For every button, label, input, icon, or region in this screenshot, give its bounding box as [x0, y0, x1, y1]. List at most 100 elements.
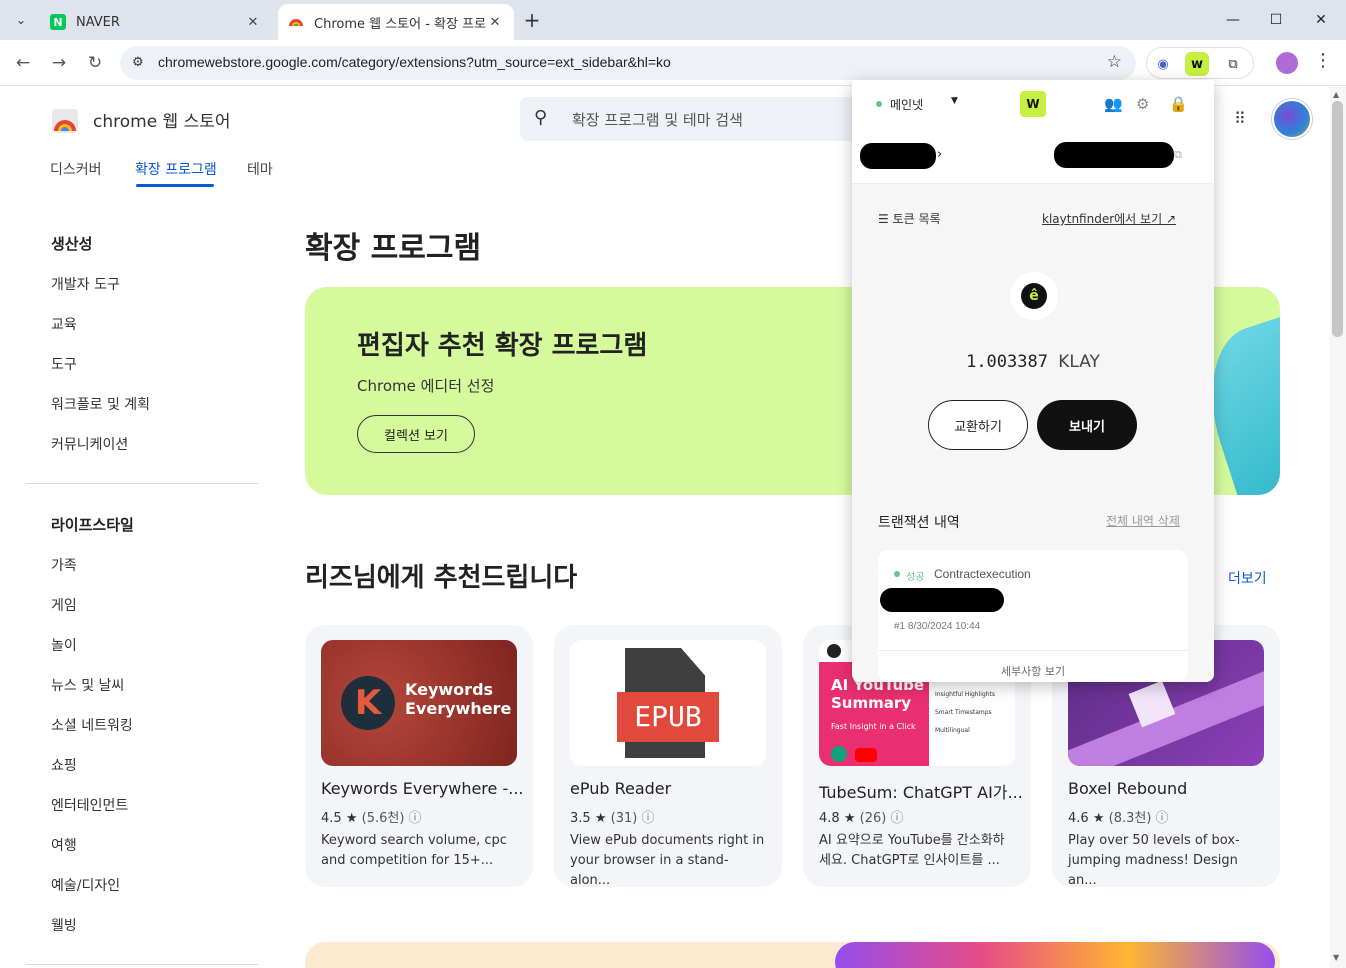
minimize-icon[interactable]: — — [1210, 8, 1256, 32]
sidebar-item[interactable]: 도구 — [51, 354, 77, 374]
extension-rating: 4.6 ★ (8.3천) ⓘ — [1068, 811, 1169, 826]
star-icon: ★ — [843, 811, 856, 826]
maximize-icon[interactable]: ☐ — [1253, 8, 1299, 32]
user-avatar[interactable] — [1272, 99, 1312, 139]
sidebar-item[interactable]: 웰빙 — [51, 915, 77, 935]
token-list-button[interactable]: ☰ 토큰 목록 — [878, 210, 941, 227]
search-icon: ⚲ — [534, 107, 548, 128]
info-icon: ⓘ — [890, 811, 904, 826]
transaction-item[interactable]: 성공 Contractexecution #1 8/30/2024 10:44 … — [878, 550, 1188, 682]
extension-card[interactable]: K Keywords Everywhere Keywords Everywher… — [305, 625, 533, 887]
sidebar-item[interactable]: 예술/디자인 — [51, 875, 120, 895]
view-collection-button[interactable]: 컬렉션 보기 — [357, 415, 475, 453]
sidebar-heading: 라이프스타일 — [51, 516, 134, 534]
extension-name: Boxel Rebound — [1068, 779, 1188, 798]
redacted-tx-amount — [880, 588, 1004, 612]
tab-chrome-webstore[interactable]: Chrome 웹 스토어 - 확장 프로 ✕ — [278, 4, 514, 40]
tab-discover[interactable]: 디스커버 — [50, 159, 102, 179]
gear-icon[interactable]: ⚙ — [1136, 95, 1149, 113]
extensions-group: ◉ w ⧉ — [1146, 47, 1254, 79]
sidebar-item[interactable]: 엔터테인먼트 — [51, 795, 128, 815]
redacted-account-name[interactable] — [860, 143, 936, 169]
new-tab-button[interactable]: + — [520, 8, 544, 32]
profile-avatar-icon[interactable] — [1276, 52, 1298, 74]
back-arrow-icon[interactable]: ← — [11, 51, 35, 75]
card-thumbnail: EPUB — [570, 640, 766, 766]
chrome-webstore-logo[interactable] — [50, 105, 80, 135]
tx-details-link[interactable]: 세부사항 보기 — [878, 650, 1188, 679]
send-button[interactable]: 보내기 — [1037, 400, 1137, 450]
site-settings-icon[interactable]: ⚙ — [132, 55, 144, 70]
active-tab-indicator — [136, 184, 214, 187]
see-more-link[interactable]: 더보기 — [1228, 568, 1267, 588]
sidebar-item[interactable]: 게임 — [51, 595, 77, 615]
wallet-extension-icon[interactable]: w — [1185, 52, 1209, 76]
sidebar-item[interactable]: 소셜 네트워킹 — [51, 715, 133, 735]
sidebar-item[interactable]: 개발자 도구 — [51, 274, 120, 294]
extension-rating: 4.8 ★ (26) ⓘ — [819, 811, 904, 826]
contacts-icon[interactable]: 👥 — [1104, 95, 1123, 113]
extension-description: AI 요약으로 YouTube를 간소화하세요. ChatGPT로 인사이트를 … — [819, 833, 1005, 868]
forward-arrow-icon[interactable]: → — [47, 51, 71, 75]
success-dot — [894, 571, 900, 577]
wallet-body: ☰ 토큰 목록 klaytnfinder에서 보기 ↗ ê 1.003387 K… — [852, 184, 1214, 682]
page-title: 확장 프로그램 — [305, 231, 482, 266]
info-icon: ⓘ — [408, 811, 422, 826]
tab-close-icon[interactable]: ✕ — [244, 15, 262, 30]
scroll-down-icon[interactable]: ▼ — [1333, 953, 1339, 962]
window-close-icon[interactable]: ✕ — [1298, 8, 1344, 32]
next-banner-preview — [305, 942, 1280, 968]
info-icon: ⓘ — [1155, 811, 1169, 826]
swap-button[interactable]: 교환하기 — [928, 400, 1028, 450]
tab-close-icon[interactable]: ✕ — [486, 15, 504, 30]
tab-extensions[interactable]: 확장 프로그램 — [135, 159, 217, 179]
banner-subtitle: Chrome 에디터 선정 — [357, 377, 495, 395]
sidebar-item[interactable]: 가족 — [51, 555, 77, 575]
wallet-logo-icon: W — [1020, 91, 1046, 117]
star-icon: ★ — [1092, 811, 1105, 826]
info-icon: ⓘ — [641, 811, 655, 826]
tab-strip: ⌄ N NAVER ✕ Chrome 웹 스토어 - 확장 프로 ✕ + — ☐… — [0, 0, 1346, 40]
tx-meta: #1 8/30/2024 10:44 — [894, 621, 981, 632]
sidebar-item[interactable]: 뉴스 및 날씨 — [51, 675, 124, 695]
wallet-header: 메인넷 ▼ W 👥 ⚙ 🔒 › ⧉ — [852, 80, 1214, 184]
sidebar-item[interactable]: 커뮤니케이션 — [51, 434, 128, 454]
sidebar-item[interactable]: 교육 — [51, 314, 77, 334]
url-text[interactable]: chromewebstore.google.com/category/exten… — [158, 54, 671, 70]
tab-search-chevron-icon[interactable]: ⌄ — [8, 7, 34, 33]
lock-icon[interactable]: 🔒 — [1169, 95, 1188, 113]
scrollbar-thumb[interactable] — [1332, 101, 1343, 337]
more-menu-icon[interactable]: ⋮ — [1314, 50, 1332, 71]
store-name[interactable]: chrome 웹 스토어 — [93, 107, 231, 132]
wallet-extension-popup: 메인넷 ▼ W 👥 ⚙ 🔒 › ⧉ ☰ 토큰 목록 klaytnfinder에서… — [852, 80, 1214, 682]
tab-naver[interactable]: N NAVER ✕ — [40, 4, 272, 40]
redacted-address[interactable] — [1054, 142, 1174, 168]
extension-name: TubeSum: ChatGPT AI가... — [819, 783, 1023, 802]
tubesum-logo-icon — [827, 644, 841, 658]
klaytnfinder-link[interactable]: klaytnfinder에서 보기 ↗ — [1042, 210, 1176, 227]
network-selector[interactable]: 메인넷 — [890, 96, 923, 113]
puzzle-extensions-icon[interactable]: ⧉ — [1221, 52, 1245, 76]
sidebar-item[interactable]: 워크플로 및 계획 — [51, 394, 150, 414]
chevron-right-icon[interactable]: › — [937, 147, 942, 162]
shield-extension-icon[interactable]: ◉ — [1151, 52, 1175, 76]
scroll-up-icon[interactable]: ▲ — [1333, 90, 1339, 99]
search-input[interactable]: ⚲ 확장 프로그램 및 테마 검색 — [520, 97, 900, 141]
caret-down-icon[interactable]: ▼ — [951, 96, 958, 106]
sidebar-item[interactable]: 쇼핑 — [51, 755, 77, 775]
copy-icon[interactable]: ⧉ — [1174, 148, 1182, 162]
google-apps-icon[interactable]: ⠿ — [1234, 109, 1246, 128]
bookmark-star-icon[interactable]: ☆ — [1107, 52, 1122, 72]
sidebar-divider — [26, 483, 258, 484]
clear-history-link[interactable]: 전체 내역 삭제 — [1106, 512, 1180, 529]
extension-card[interactable]: EPUB ePub Reader 3.5 ★ (31) ⓘ View ePub … — [554, 625, 782, 887]
swirl-illustration — [835, 942, 1275, 968]
feature-list: Insightful Highlights Smart Timestamps M… — [931, 686, 1013, 762]
page-scrollbar[interactable]: ▲ ▼ — [1330, 87, 1346, 968]
tab-themes[interactable]: 테마 — [247, 159, 273, 179]
sidebar-item[interactable]: 놀이 — [51, 635, 77, 655]
address-bar[interactable]: ⚙ chromewebstore.google.com/category/ext… — [120, 46, 1136, 80]
balance-display: 1.003387 KLAY — [966, 352, 1100, 372]
reload-icon[interactable]: ↻ — [83, 51, 107, 75]
sidebar-item[interactable]: 여행 — [51, 835, 77, 855]
